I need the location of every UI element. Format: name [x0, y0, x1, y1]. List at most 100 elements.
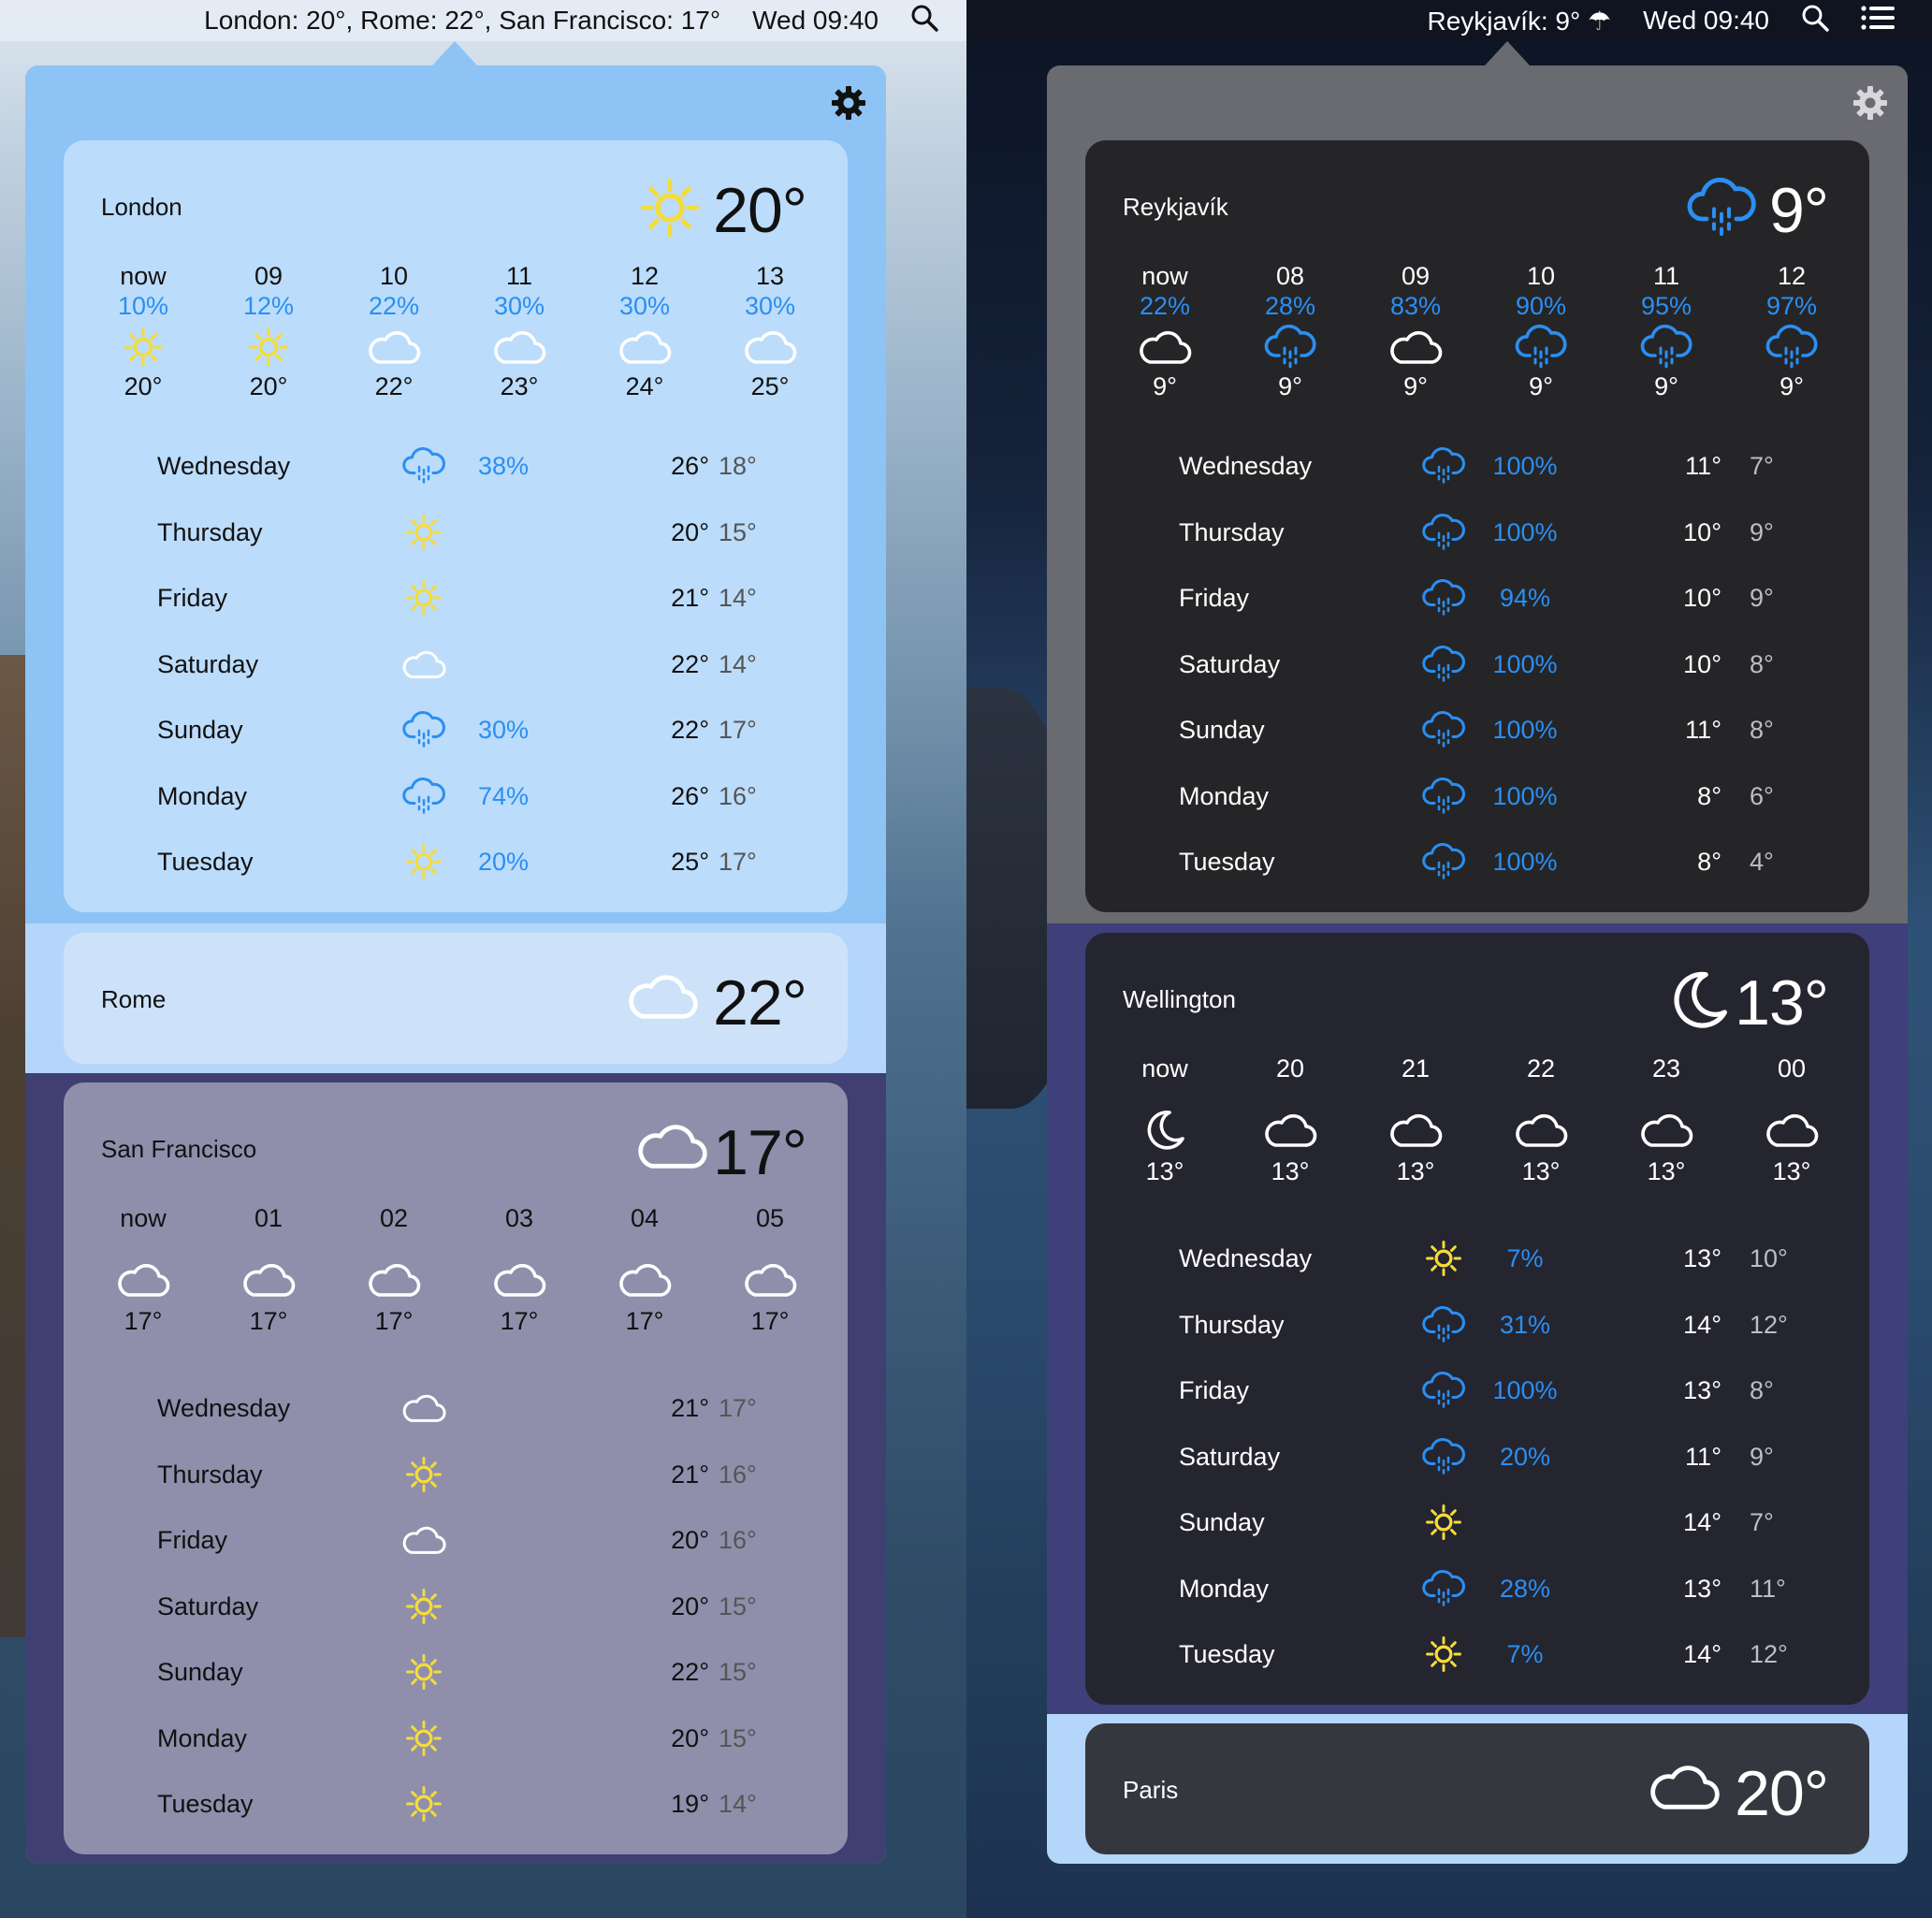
high-temperature: 14° [1683, 1508, 1721, 1536]
city-card-reykjavik[interactable]: Reykjavík 9° now 22% 9° 08 28% 9° 09 83% 9° 10 90… [1085, 140, 1869, 912]
hour-temperature: 13° [1145, 1157, 1184, 1185]
daily-row: Wednesday 7% 13° 10° [1085, 1237, 1869, 1284]
sun-icon [400, 840, 447, 887]
day-name: Wednesday [157, 1394, 291, 1422]
hour-temperature: 9° [1153, 372, 1177, 400]
hourly-item: 12 30% 24° [588, 262, 701, 402]
low-temperature: 9° [1750, 1442, 1774, 1471]
hour-label: 05 [755, 1204, 785, 1232]
spotlight-search-icon[interactable] [1801, 4, 1829, 38]
rain-icon [400, 708, 447, 755]
menu-bar-dark: Reykjavík: 9° ☂ Wed 09:40 [966, 0, 1932, 41]
hour-label: 04 [630, 1204, 660, 1232]
cloud-icon [617, 324, 673, 371]
low-temperature: 6° [1750, 781, 1774, 810]
weather-popover-light: London 20° now 10% 20° 09 12% 20° 10 22% 22° 11 30… [25, 65, 886, 1864]
rain-icon [1420, 708, 1467, 755]
sun-icon [400, 1782, 447, 1829]
high-temperature: 10° [1683, 584, 1721, 612]
sun-icon [115, 324, 171, 371]
daily-row: Tuesday 20% 25° 17° [64, 840, 848, 887]
sun-icon [240, 324, 297, 371]
hour-temperature: 22° [374, 372, 414, 400]
precip-chance: 22% [368, 292, 420, 320]
rain-icon [1420, 643, 1467, 690]
city-name: Wellington [1123, 985, 1236, 1013]
cloud-icon [1262, 1107, 1318, 1154]
daily-row: Tuesday 100% 8° 4° [1085, 840, 1869, 887]
menubar-clock[interactable]: Wed 09:40 [752, 6, 879, 36]
hourly-item: 05 17° [714, 1204, 826, 1344]
spotlight-search-icon[interactable] [910, 4, 938, 38]
day-name: Monday [1179, 1574, 1270, 1603]
weather-status-item[interactable]: London: 20°, Rome: 22°, San Francisco: 1… [204, 6, 720, 36]
high-temperature: 22° [671, 1658, 709, 1686]
settings-gear-icon[interactable] [830, 84, 867, 122]
daily-row: Saturday 20° 15° [64, 1585, 848, 1632]
hour-label: 03 [504, 1204, 534, 1232]
sun-icon [400, 1717, 447, 1764]
settings-gear-icon[interactable] [1852, 84, 1889, 122]
hour-label: 10 [379, 262, 409, 290]
current-weather-icon [1684, 176, 1759, 240]
menubar-clock[interactable]: Wed 09:40 [1643, 6, 1769, 36]
notification-center-icon[interactable] [1861, 5, 1895, 36]
daily-row: Monday 100% 8° 6° [1085, 775, 1869, 821]
day-name: Tuesday [157, 848, 254, 876]
daily-row: Thursday 20° 15° [64, 511, 848, 558]
hour-label: 08 [1275, 262, 1305, 290]
hour-label: 11 [1652, 262, 1680, 290]
city-name: San Francisco [101, 1135, 257, 1163]
hour-temperature: 13° [1647, 1157, 1686, 1185]
current-temperature: 17° [713, 1117, 807, 1188]
high-temperature: 11° [1685, 452, 1721, 480]
hour-temperature: 9° [1403, 372, 1428, 400]
weather-status-item[interactable]: Reykjavík: 9° ☂ [1428, 6, 1612, 36]
current-weather-icon [634, 172, 705, 243]
popover-arrow [1485, 41, 1530, 65]
cloud-icon [742, 324, 798, 371]
high-temperature: 20° [671, 1591, 709, 1620]
day-name: Saturday [1179, 649, 1281, 678]
rain-icon [1420, 1435, 1467, 1482]
sun-icon [1420, 1237, 1467, 1284]
daily-row: Friday 20° 16° [64, 1518, 848, 1565]
city-card-san-francisco[interactable]: San Francisco 17° now 17° 01 17° 02 17° 03 17° 0… [64, 1083, 848, 1854]
day-name: Monday [157, 1723, 248, 1752]
daily-row: Thursday 100% 10° 9° [1085, 511, 1869, 558]
high-temperature: 19° [671, 1790, 709, 1818]
hour-temperature: 25° [750, 372, 790, 400]
daily-row: Monday 20° 15° [64, 1717, 848, 1764]
day-name: Friday [157, 584, 228, 612]
city-card-paris[interactable]: Paris 20° [1085, 1723, 1869, 1854]
current-weather-icon [625, 966, 700, 1026]
rain-icon [1262, 324, 1318, 371]
popover-arrow [432, 41, 477, 65]
low-temperature: 14° [719, 1790, 757, 1818]
precip-chance: 7% [1506, 1244, 1544, 1272]
current-temperature: 22° [713, 967, 807, 1039]
daily-row: Monday 74% 26° 16° [64, 775, 848, 821]
hour-label: 10 [1526, 262, 1556, 290]
hour-temperature: 17° [249, 1307, 288, 1335]
precip-chance: 100% [1492, 848, 1558, 876]
high-temperature: 8° [1697, 781, 1721, 810]
hourly-item: 00 13° [1736, 1054, 1848, 1195]
city-card-rome[interactable]: Rome 22° [64, 933, 848, 1064]
hour-label: 22 [1526, 1054, 1556, 1083]
low-temperature: 17° [719, 1394, 757, 1422]
hourly-item: 11 95% 9° [1610, 262, 1722, 402]
city-card-wellington[interactable]: Wellington 13° now 13° 20 13° 21 13° 22 13° 23 13… [1085, 933, 1869, 1705]
current-temperature: 9° [1768, 175, 1829, 246]
hour-label: 20 [1275, 1054, 1305, 1083]
daily-row: Thursday 21° 16° [64, 1453, 848, 1500]
hourly-item: 04 17° [588, 1204, 701, 1344]
high-temperature: 13° [1683, 1244, 1721, 1272]
high-temperature: 20° [671, 1723, 709, 1752]
high-temperature: 22° [671, 649, 709, 678]
rain-icon [1420, 1369, 1467, 1416]
hour-label: now [120, 262, 167, 290]
hour-temperature: 9° [1779, 372, 1804, 400]
city-card-london[interactable]: London 20° now 10% 20° 09 12% 20° 10 22% 22° 11 30… [64, 140, 848, 912]
high-temperature: 13° [1683, 1376, 1721, 1404]
